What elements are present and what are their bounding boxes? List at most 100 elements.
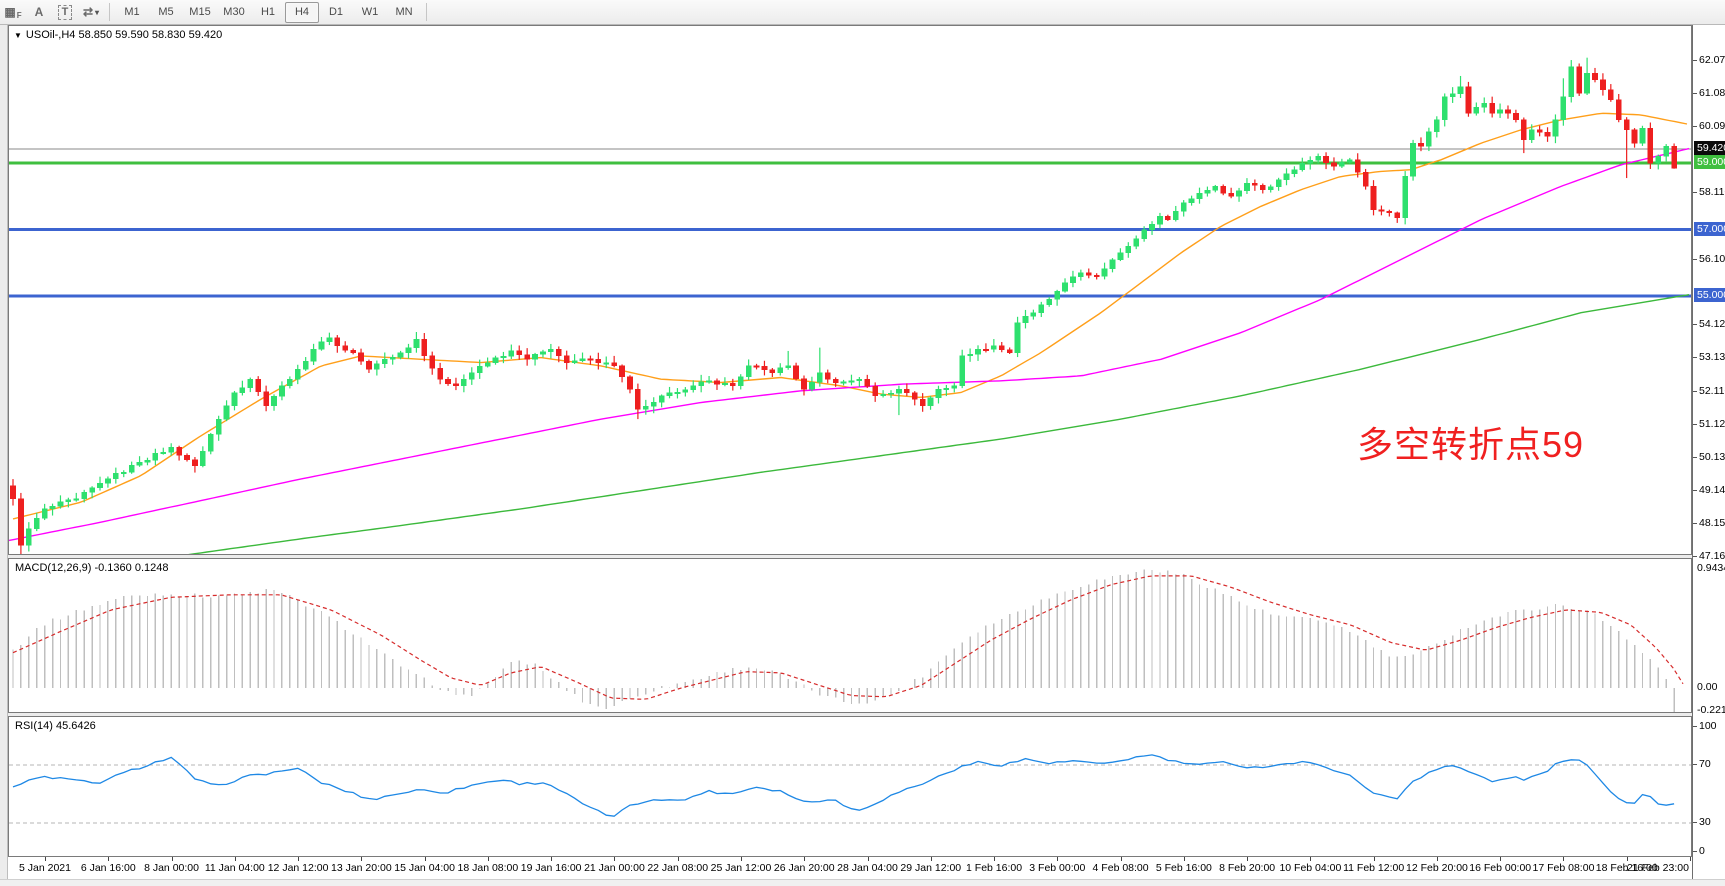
macd-canvas[interactable] <box>9 559 1691 712</box>
timeframe-button-h4[interactable]: H4 <box>285 2 319 23</box>
macd-label: MACD(12,26,9) -0.1360 0.1248 <box>15 562 168 574</box>
price-candles <box>10 58 1676 554</box>
price-tick <box>1693 556 1697 557</box>
price-tick <box>1693 192 1697 193</box>
left-gutter <box>0 25 8 879</box>
time-tick-label: 11 Jan 04:00 <box>205 862 265 874</box>
price-axis[interactable]: 62.07061.08060.09058.11056.10054.12053.1… <box>1692 25 1725 879</box>
rsi-axis-label: 100 <box>1699 720 1717 732</box>
time-tick <box>868 857 869 861</box>
price-tick <box>1693 523 1697 524</box>
price-label-box-57.000: 57.000 <box>1694 222 1725 236</box>
rsi-line <box>13 755 1674 816</box>
timeframe-button-m5[interactable]: M5 <box>149 2 183 23</box>
time-tick-label: 8 Jan 00:00 <box>144 862 199 874</box>
time-tick <box>551 857 552 861</box>
annotate-text-icon[interactable]: A <box>27 2 51 22</box>
time-tick-label: 13 Jan 20:00 <box>331 862 392 874</box>
price-tick-label: 48.150 <box>1699 517 1725 529</box>
time-tick-label: 11 Feb 12:00 <box>1343 862 1404 874</box>
time-tick <box>1437 857 1438 861</box>
time-tick-label: 25 Jan 12:00 <box>711 862 772 874</box>
time-tick <box>614 857 615 861</box>
price-label-box-59.000: 59.000 <box>1694 155 1725 169</box>
timeframe-button-d1[interactable]: D1 <box>319 2 353 23</box>
time-tick-label: 29 Jan 12:00 <box>900 862 961 874</box>
annotation-text: 多空转折点59 <box>1357 416 1584 468</box>
rsi-axis-label: 70 <box>1699 758 1711 770</box>
time-tick <box>235 857 236 861</box>
time-tick <box>678 857 679 861</box>
time-tick <box>1121 857 1122 861</box>
time-tick-label: 3 Feb 00:00 <box>1029 862 1085 874</box>
ma-mid-line[interactable] <box>9 149 1689 541</box>
time-tick <box>804 857 805 861</box>
price-tick-label: 52.110 <box>1699 385 1725 397</box>
time-tick-label: 4 Feb 08:00 <box>1093 862 1149 874</box>
time-tick-label: 21 Feb 23:00 <box>1627 862 1689 874</box>
toolbar: ▦FAT⇄▾ M1M5M15M30H1H4D1W1MN <box>0 0 1725 25</box>
price-tick-label: 62.070 <box>1699 54 1725 66</box>
time-tick <box>108 857 109 861</box>
timeframe-button-m15[interactable]: M15 <box>183 2 217 23</box>
time-axis[interactable]: 5 Jan 20216 Jan 16:008 Jan 00:0011 Jan 0… <box>8 857 1692 879</box>
time-tick <box>1184 857 1185 861</box>
rsi-panel[interactable]: RSI(14) 45.6426 <box>8 716 1692 857</box>
price-tick <box>1693 457 1697 458</box>
chart-shift-icon[interactable]: ▦F <box>1 2 25 22</box>
symbol-title[interactable]: ▼USOil-,H4 58.850 59.590 58.830 59.420 <box>14 29 222 41</box>
price-tick <box>1693 357 1697 358</box>
rsi-canvas[interactable] <box>9 717 1691 856</box>
time-tick-label: 5 Feb 16:00 <box>1156 862 1212 874</box>
price-tick-label: 60.090 <box>1699 120 1725 132</box>
time-tick-label: 10 Feb 04:00 <box>1279 862 1341 874</box>
time-tick-label: 12 Jan 12:00 <box>268 862 329 874</box>
time-tick <box>1690 857 1691 861</box>
timeframe-button-m30[interactable]: M30 <box>217 2 251 23</box>
price-tick-label: 47.160 <box>1699 550 1725 562</box>
macd-axis-label: 0.9434 <box>1697 562 1725 574</box>
time-tick <box>1500 857 1501 861</box>
price-tick <box>1693 259 1697 260</box>
price-label-box-55.000: 55.000 <box>1694 288 1725 302</box>
time-tick-label: 19 Jan 16:00 <box>521 862 582 874</box>
timeframe-button-h1[interactable]: H1 <box>251 2 285 23</box>
toolbar-separator <box>109 3 110 21</box>
price-tick <box>1693 126 1697 127</box>
cursor-arrows-icon[interactable]: ⇄▾ <box>79 2 103 22</box>
macd-histogram <box>13 569 1674 712</box>
price-tick <box>1693 93 1697 94</box>
rsi-axis-label: 0 <box>1699 845 1705 857</box>
time-tick-label: 21 Jan 00:00 <box>584 862 645 874</box>
timeframe-button-mn[interactable]: MN <box>387 2 421 23</box>
text-box-icon[interactable]: T <box>53 2 77 22</box>
price-tick-label: 61.080 <box>1699 87 1725 99</box>
time-tick-label: 15 Jan 04:00 <box>394 862 455 874</box>
macd-axis-label: -0.2213 <box>1697 704 1725 716</box>
time-tick-label: 6 Jan 16:00 <box>81 862 136 874</box>
symbol-dropdown-icon[interactable]: ▼ <box>14 31 22 40</box>
footer-strip <box>0 879 1725 886</box>
time-tick <box>298 857 299 861</box>
macd-panel[interactable]: MACD(12,26,9) -0.1360 0.1248 <box>8 558 1692 713</box>
timeframe-button-w1[interactable]: W1 <box>353 2 387 23</box>
price-panel[interactable]: ▼USOil-,H4 58.850 59.590 58.830 59.420 多… <box>8 25 1692 555</box>
price-tick <box>1693 424 1697 425</box>
price-tick-label: 58.110 <box>1699 186 1725 198</box>
time-tick-label: 22 Jan 08:00 <box>647 862 708 874</box>
price-tick <box>1693 324 1697 325</box>
time-tick <box>1563 857 1564 861</box>
rsi-tick <box>1693 726 1697 727</box>
time-tick <box>741 857 742 861</box>
rsi-tick <box>1693 851 1697 852</box>
price-tick-label: 54.120 <box>1699 318 1725 330</box>
price-chart-canvas[interactable] <box>9 26 1691 554</box>
price-tick-label: 49.140 <box>1699 484 1725 496</box>
time-tick <box>172 857 173 861</box>
time-tick-label: 26 Jan 20:00 <box>774 862 835 874</box>
time-tick-label: 17 Feb 08:00 <box>1533 862 1595 874</box>
time-tick-label: 16 Feb 00:00 <box>1469 862 1531 874</box>
timeframe-button-m1[interactable]: M1 <box>115 2 149 23</box>
price-tick <box>1693 391 1697 392</box>
time-tick-label: 18 Jan 08:00 <box>458 862 519 874</box>
